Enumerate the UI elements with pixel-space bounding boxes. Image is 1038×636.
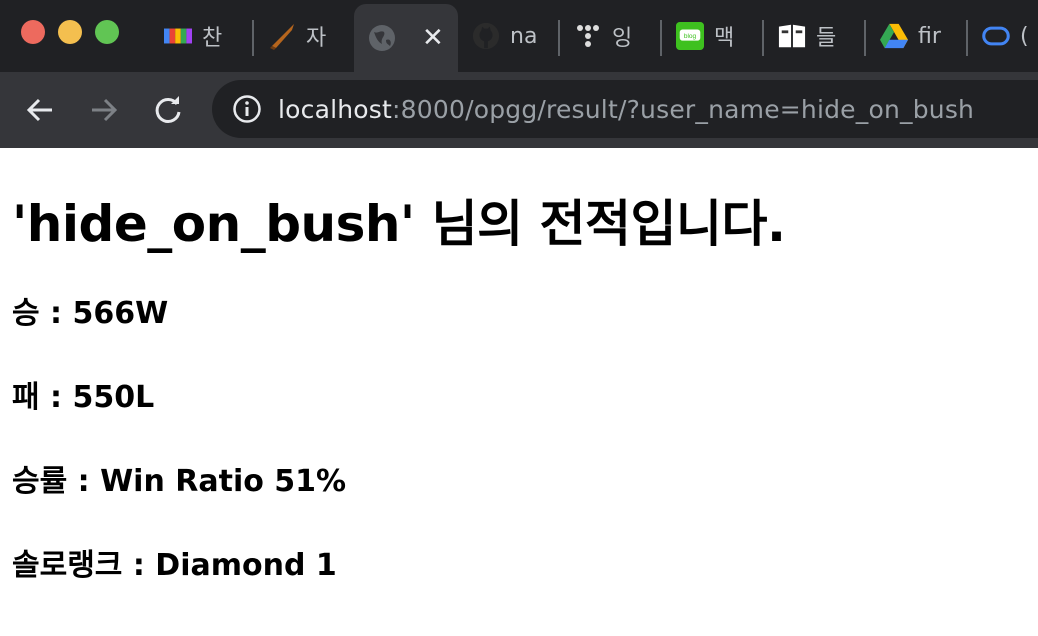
losses-stat: 패 : 550L <box>12 380 155 415</box>
window-controls <box>21 20 119 44</box>
tab-item[interactable]: ( <box>968 0 1038 72</box>
tab-item[interactable]: na <box>458 0 560 72</box>
tab-title: 잉 <box>612 26 633 51</box>
sword-icon <box>268 22 296 50</box>
arrow-right-icon <box>92 98 118 122</box>
tab-title: 맥 <box>714 26 735 51</box>
loop-icon <box>982 22 1010 50</box>
window-minimize-button[interactable] <box>58 20 82 44</box>
rainbow-bar-icon <box>164 22 192 50</box>
url-text[interactable]: localhost:8000/opgg/result/?user_name=hi… <box>278 95 974 124</box>
tab-item[interactable]: fir <box>866 0 968 72</box>
reload-button[interactable] <box>136 78 200 142</box>
blog-icon: blog <box>676 22 704 50</box>
solo-rank-stat: 솔로랭크 : Diamond 1 <box>12 548 337 583</box>
tab-item-active[interactable]: ✕ <box>354 4 458 72</box>
tab-item[interactable]: blog 맥 <box>662 0 764 72</box>
info-icon[interactable] <box>232 94 262 124</box>
globe-icon <box>368 24 396 52</box>
tab-item[interactable]: 들 <box>764 0 866 72</box>
page-title: 'hide_on_bush' 님의 전적입니다. <box>12 195 786 253</box>
github-icon <box>472 22 500 50</box>
page-content: 'hide_on_bush' 님의 전적입니다. 승 : 566W 패 : 55… <box>0 148 1038 590</box>
tab-item[interactable]: 잉 <box>560 0 662 72</box>
forward-button[interactable] <box>72 78 136 142</box>
window-close-button[interactable] <box>21 20 45 44</box>
url-path: :8000/opgg/result/?user_name=hide_on_bus… <box>392 94 975 124</box>
tab-item[interactable]: 찬 <box>150 0 254 72</box>
tab-item[interactable]: 자 <box>254 0 354 72</box>
browser-titlebar: 찬 자 ✕ na 잉 blog 맥 들 fir ( <box>0 0 1038 72</box>
back-button[interactable] <box>8 78 72 142</box>
tab-close-icon[interactable]: ✕ <box>422 23 444 53</box>
browser-toolbar: localhost:8000/opgg/result/?user_name=hi… <box>0 72 1038 148</box>
dots-logo-icon <box>574 22 602 50</box>
tab-title: na <box>510 23 538 49</box>
tab-title: fir <box>918 23 941 49</box>
win-ratio-stat: 승률 : Win Ratio 51% <box>12 464 347 499</box>
tab-title: 자 <box>306 26 327 51</box>
window-maximize-button[interactable] <box>95 20 119 44</box>
url-host: localhost <box>278 94 393 124</box>
book-icon <box>778 22 806 50</box>
tab-title: ( <box>1020 23 1029 49</box>
svg-text:blog: blog <box>684 33 697 40</box>
tab-title: 들 <box>816 26 837 51</box>
google-drive-icon <box>880 22 908 50</box>
reload-icon <box>155 96 181 123</box>
arrow-left-icon <box>26 98 52 122</box>
tab-strip: 찬 자 ✕ na 잉 blog 맥 들 fir ( <box>150 0 1038 72</box>
wins-stat: 승 : 566W <box>12 296 169 331</box>
address-bar[interactable]: localhost:8000/opgg/result/?user_name=hi… <box>212 80 1038 138</box>
tab-title: 찬 <box>202 26 223 51</box>
